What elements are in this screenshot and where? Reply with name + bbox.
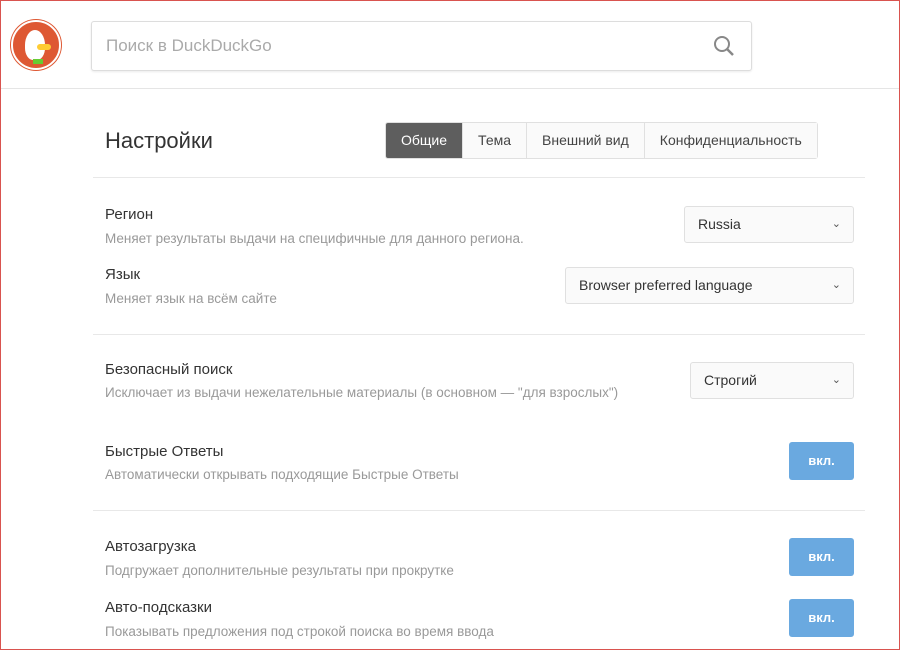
tab-privacy[interactable]: Конфиденциальность: [643, 123, 817, 158]
infinite-scroll-label: Автозагрузка: [105, 538, 196, 555]
region-label: Регион: [105, 206, 154, 223]
duckduckgo-logo[interactable]: [11, 20, 61, 70]
tab-appearance[interactable]: Внешний вид: [526, 123, 644, 158]
autosuggest-label: Авто-подсказки: [105, 599, 212, 616]
chevron-down-icon: ⌄: [831, 218, 841, 230]
region-desc: Меняет результаты выдачи на специфичные …: [105, 231, 524, 246]
instant-answers-label: Быстрые Ответы: [105, 443, 224, 460]
safe-search-select[interactable]: Строгий ⌄: [690, 362, 854, 399]
region-value: Russia: [698, 216, 741, 232]
language-label: Язык: [105, 266, 141, 283]
divider: [93, 510, 865, 511]
language-select[interactable]: Browser preferred language ⌄: [565, 267, 854, 304]
settings-tabs: Общие Тема Внешний вид Конфиденциальност…: [385, 122, 818, 159]
infinite-scroll-desc: Подгружает дополнительные результаты при…: [105, 563, 454, 578]
search-icon[interactable]: [713, 35, 735, 57]
page-title: Настройки: [105, 128, 213, 153]
search-input[interactable]: [106, 36, 686, 56]
safe-search-value: Строгий: [704, 372, 757, 388]
chevron-down-icon: ⌄: [831, 279, 841, 291]
language-desc: Меняет язык на всём сайте: [105, 291, 277, 306]
tab-general[interactable]: Общие: [386, 123, 463, 158]
safe-search-label: Безопасный поиск: [105, 361, 233, 378]
instant-answers-toggle[interactable]: вкл.: [789, 442, 854, 480]
divider: [93, 334, 865, 335]
infinite-scroll-toggle[interactable]: вкл.: [789, 538, 854, 576]
region-select[interactable]: Russia ⌄: [684, 206, 854, 243]
divider: [93, 177, 865, 178]
instant-answers-desc: Автоматически открывать подходящие Быстр…: [105, 467, 459, 482]
header: [1, 1, 899, 89]
safe-search-desc: Исключает из выдачи нежелательные матери…: [105, 385, 619, 400]
language-value: Browser preferred language: [579, 277, 753, 293]
search-box: [91, 21, 752, 71]
tab-theme[interactable]: Тема: [462, 123, 527, 158]
autosuggest-desc: Показывать предложения под строкой поиск…: [105, 624, 494, 639]
autosuggest-toggle[interactable]: вкл.: [789, 599, 854, 637]
chevron-down-icon: ⌄: [831, 374, 841, 386]
